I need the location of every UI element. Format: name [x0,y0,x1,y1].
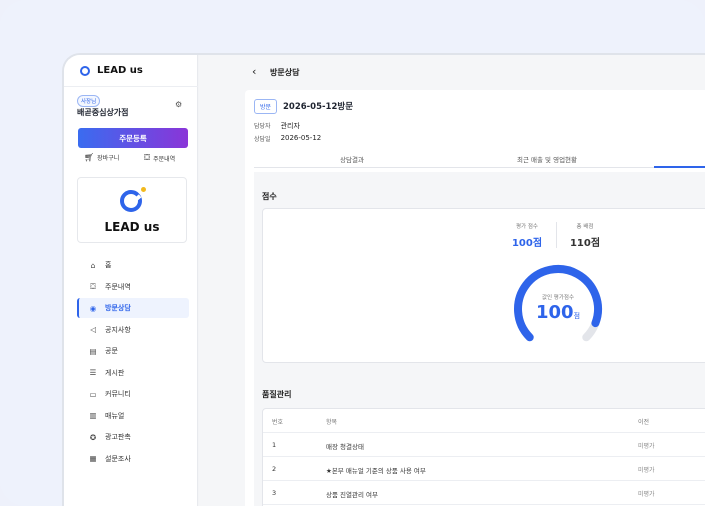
gauge-label: 값인 평가점수 [541,295,575,301]
row-item: 매장 청결상태 [326,443,364,451]
sidebar-item-label: 매뉴얼 [105,411,125,420]
orders-label: 주문내역 [153,155,176,163]
sidebar-item-label: 홈 [105,261,112,269]
chevron-left-icon[interactable]: ‹ [252,65,256,78]
lead-us-logo-icon [120,190,142,212]
sidebar-item-label: 게시판 [105,368,125,377]
date-value: 2026-05-12 [280,134,322,142]
table-row[interactable]: 2 ★본부 매뉴얼 기준의 상품 사용 여부 미평가 [263,457,705,481]
date-row: 상담일 2026-05-12 [254,134,321,143]
cart-label: 장바구니 [97,155,120,162]
logo-dot [141,187,146,192]
date-label: 상담일 [254,136,271,143]
survey-icon: ▦ [89,454,97,463]
row-prev: 미평가 [638,443,655,450]
divider [64,86,198,87]
orders-link[interactable]: ⛋ 주문내역 [144,153,175,163]
eval-score: 평가 점수 100점 [503,222,551,249]
sidebar: LEAD us 사장님 배곧중심상가점 ⚙ 주문등록 🛒︎ 장바구니 ⛋ 주문내… [64,55,198,506]
row-no: 1 [272,441,277,449]
eval-score-label: 평가 점수 [516,224,538,230]
sidebar-item-manual[interactable]: ▥ 매뉴얼 [77,406,189,426]
divider [556,222,557,248]
column-header-prev: 이전 [638,419,650,426]
sidebar-item-label: 광고판촉 [105,433,131,441]
role-badge: 사장님 [77,95,101,107]
sidebar-item-notice[interactable]: ◁ 공지사항 [77,320,189,340]
quality-section-title: 품질관리 [262,390,292,399]
gear-icon[interactable]: ⚙ [175,100,182,109]
brand-name: LEAD us [97,65,143,76]
sidebar-item-official-docs[interactable]: ▤ 공문 [77,341,189,361]
gauge-number: 100 [535,302,574,323]
total-score-label: 총 배점 [576,224,594,230]
main-content: ‹ 방문상담 방문 2026-05-12방문 담당자 관리자 상담일 2026-… [199,55,705,506]
score-card: 평가 점수 100점 총 배점 110점 값인 평가점수 100점 [262,208,705,363]
visit-detail-panel: 방문 2026-05-12방문 담당자 관리자 상담일 2026-05-12 상… [245,90,705,506]
sidebar-item-board[interactable]: ☰ 게시판 [77,363,189,383]
page-header: ‹ 방문상담 [199,55,705,89]
tab-recent-sales[interactable]: 최근 매출 및 영업현황 [517,154,577,164]
eval-score-value: 100점 [511,238,543,249]
box-icon: ⛋ [90,281,96,291]
badge-icon: ✪ [89,432,97,442]
home-icon: ⌂ [90,260,96,270]
row-no: 3 [272,489,277,497]
sidebar-item-promotion[interactable]: ✪ 광고판촉 [77,427,189,447]
store-name: 배곧중심상가점 [77,108,129,117]
sidebar-item-home[interactable]: ⌂ 홈 [77,255,189,275]
tab-consult-result[interactable]: 상담결과 [340,154,364,164]
column-header-item: 항목 [326,419,338,426]
logo-text: LEAD us [104,220,160,234]
sidebar-item-label: 주문내역 [105,282,131,291]
row-prev: 미평가 [638,467,655,474]
table-header: 번호 항목 이전 [263,409,705,433]
brand[interactable]: LEAD us [80,65,143,76]
sidebar-item-label: 공지사항 [105,325,131,334]
gauge-unit: 점 [573,312,581,320]
sidebar-nav: ⌂ 홈 ⛋ 주문내역 ◉ 방문상담 ◁ 공지사항 ▤ 공문 ☰ 게시판 ▭ 커뮤… [77,255,189,470]
active-tab-indicator [654,166,705,168]
visit-type-badge: 방문 [254,99,278,114]
table-row[interactable]: 1 매장 청결상태 미평가 [263,433,705,457]
total-score: 총 배점 110점 [561,222,609,249]
logo-card: LEAD us [77,177,187,243]
chat-icon: ▭ [89,389,97,399]
location-icon: ◉ [89,303,97,313]
gauge-value: 100점 [508,302,608,323]
quality-table: 번호 항목 이전 1 매장 청결상태 미평가 2 ★본부 매뉴얼 기준의 상품 … [262,408,705,506]
book-icon: ▥ [89,411,97,420]
cart-icon: 🛒︎ [84,153,95,162]
page-title: 방문상담 [270,68,300,77]
document-icon: ▤ [89,346,97,356]
sidebar-item-visit-consult[interactable]: ◉ 방문상담 [77,298,189,318]
sidebar-item-community[interactable]: ▭ 커뮤니티 [77,384,189,404]
manager-value: 관리자 [280,122,300,130]
megaphone-icon: ◁ [90,325,96,334]
score-section-title: 점수 [262,192,277,201]
visit-title: 2026-05-12방문 [283,102,354,112]
manager-row: 담당자 관리자 [254,121,300,131]
table-row[interactable]: 3 상품 진열관리 여부 미평가 [263,481,705,505]
total-score-value: 110점 [569,238,601,249]
row-prev: 미평가 [638,491,655,498]
sidebar-item-label: 커뮤니티 [105,390,131,398]
list-icon: ☰ [89,368,97,377]
order-register-button[interactable]: 주문등록 [78,128,188,148]
cart-link[interactable]: 🛒︎ 장바구니 [84,153,119,162]
sidebar-item-survey[interactable]: ▦ 설문조사 [77,449,189,469]
row-item: 상품 진열관리 여부 [326,491,378,499]
row-item: ★본부 매뉴얼 기준의 상품 사용 여부 [326,467,426,475]
box-icon: ⛋ [144,153,151,162]
sidebar-item-label: 설문조사 [105,454,131,463]
sidebar-item-orders[interactable]: ⛋ 주문내역 [77,277,189,297]
tab-bar: 상담결과 최근 매출 및 영업현황 [254,150,705,168]
sidebar-item-label: 방문상담 [105,304,131,312]
column-header-no: 번호 [272,419,284,426]
manager-label: 담당자 [254,123,271,130]
sidebar-item-label: 공문 [105,347,118,355]
app-window: LEAD us 사장님 배곧중심상가점 ⚙ 주문등록 🛒︎ 장바구니 ⛋ 주문내… [62,53,705,506]
brand-logo-icon [80,65,90,76]
row-no: 2 [272,465,277,473]
